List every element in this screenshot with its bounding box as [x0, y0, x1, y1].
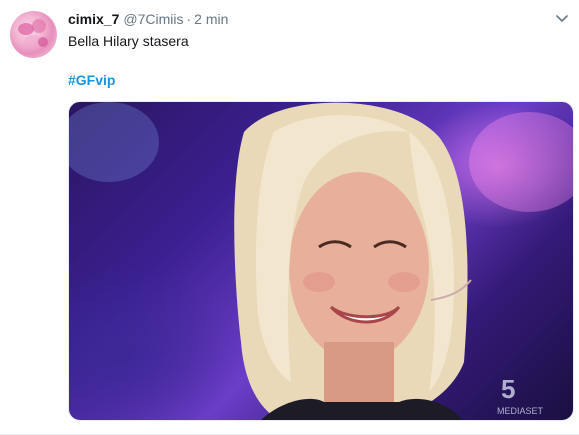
watermark-mediaset: MEDIASET	[497, 406, 544, 416]
tweet-media-photo[interactable]: 5 MEDIASET	[68, 101, 574, 421]
watermark-5: 5	[501, 374, 515, 404]
timestamp[interactable]: 2 min	[194, 11, 228, 27]
tweet-header: cimix_7 @7Cimiis · 2 min	[68, 11, 228, 31]
hashtag-link[interactable]: #GFvip	[68, 72, 115, 88]
display-name[interactable]: cimix_7	[68, 11, 119, 27]
tweet-card[interactable]: cimix_7 @7Cimiis · 2 min Bella Hilary st…	[0, 0, 579, 435]
avatar[interactable]	[10, 11, 57, 58]
separator-dot: ·	[186, 11, 192, 27]
photo-illustration: 5 MEDIASET	[69, 102, 573, 420]
tweet-text: Bella Hilary stasera	[68, 33, 189, 49]
user-handle[interactable]: @7Cimiis	[123, 11, 183, 27]
chevron-down-icon[interactable]	[555, 13, 569, 25]
